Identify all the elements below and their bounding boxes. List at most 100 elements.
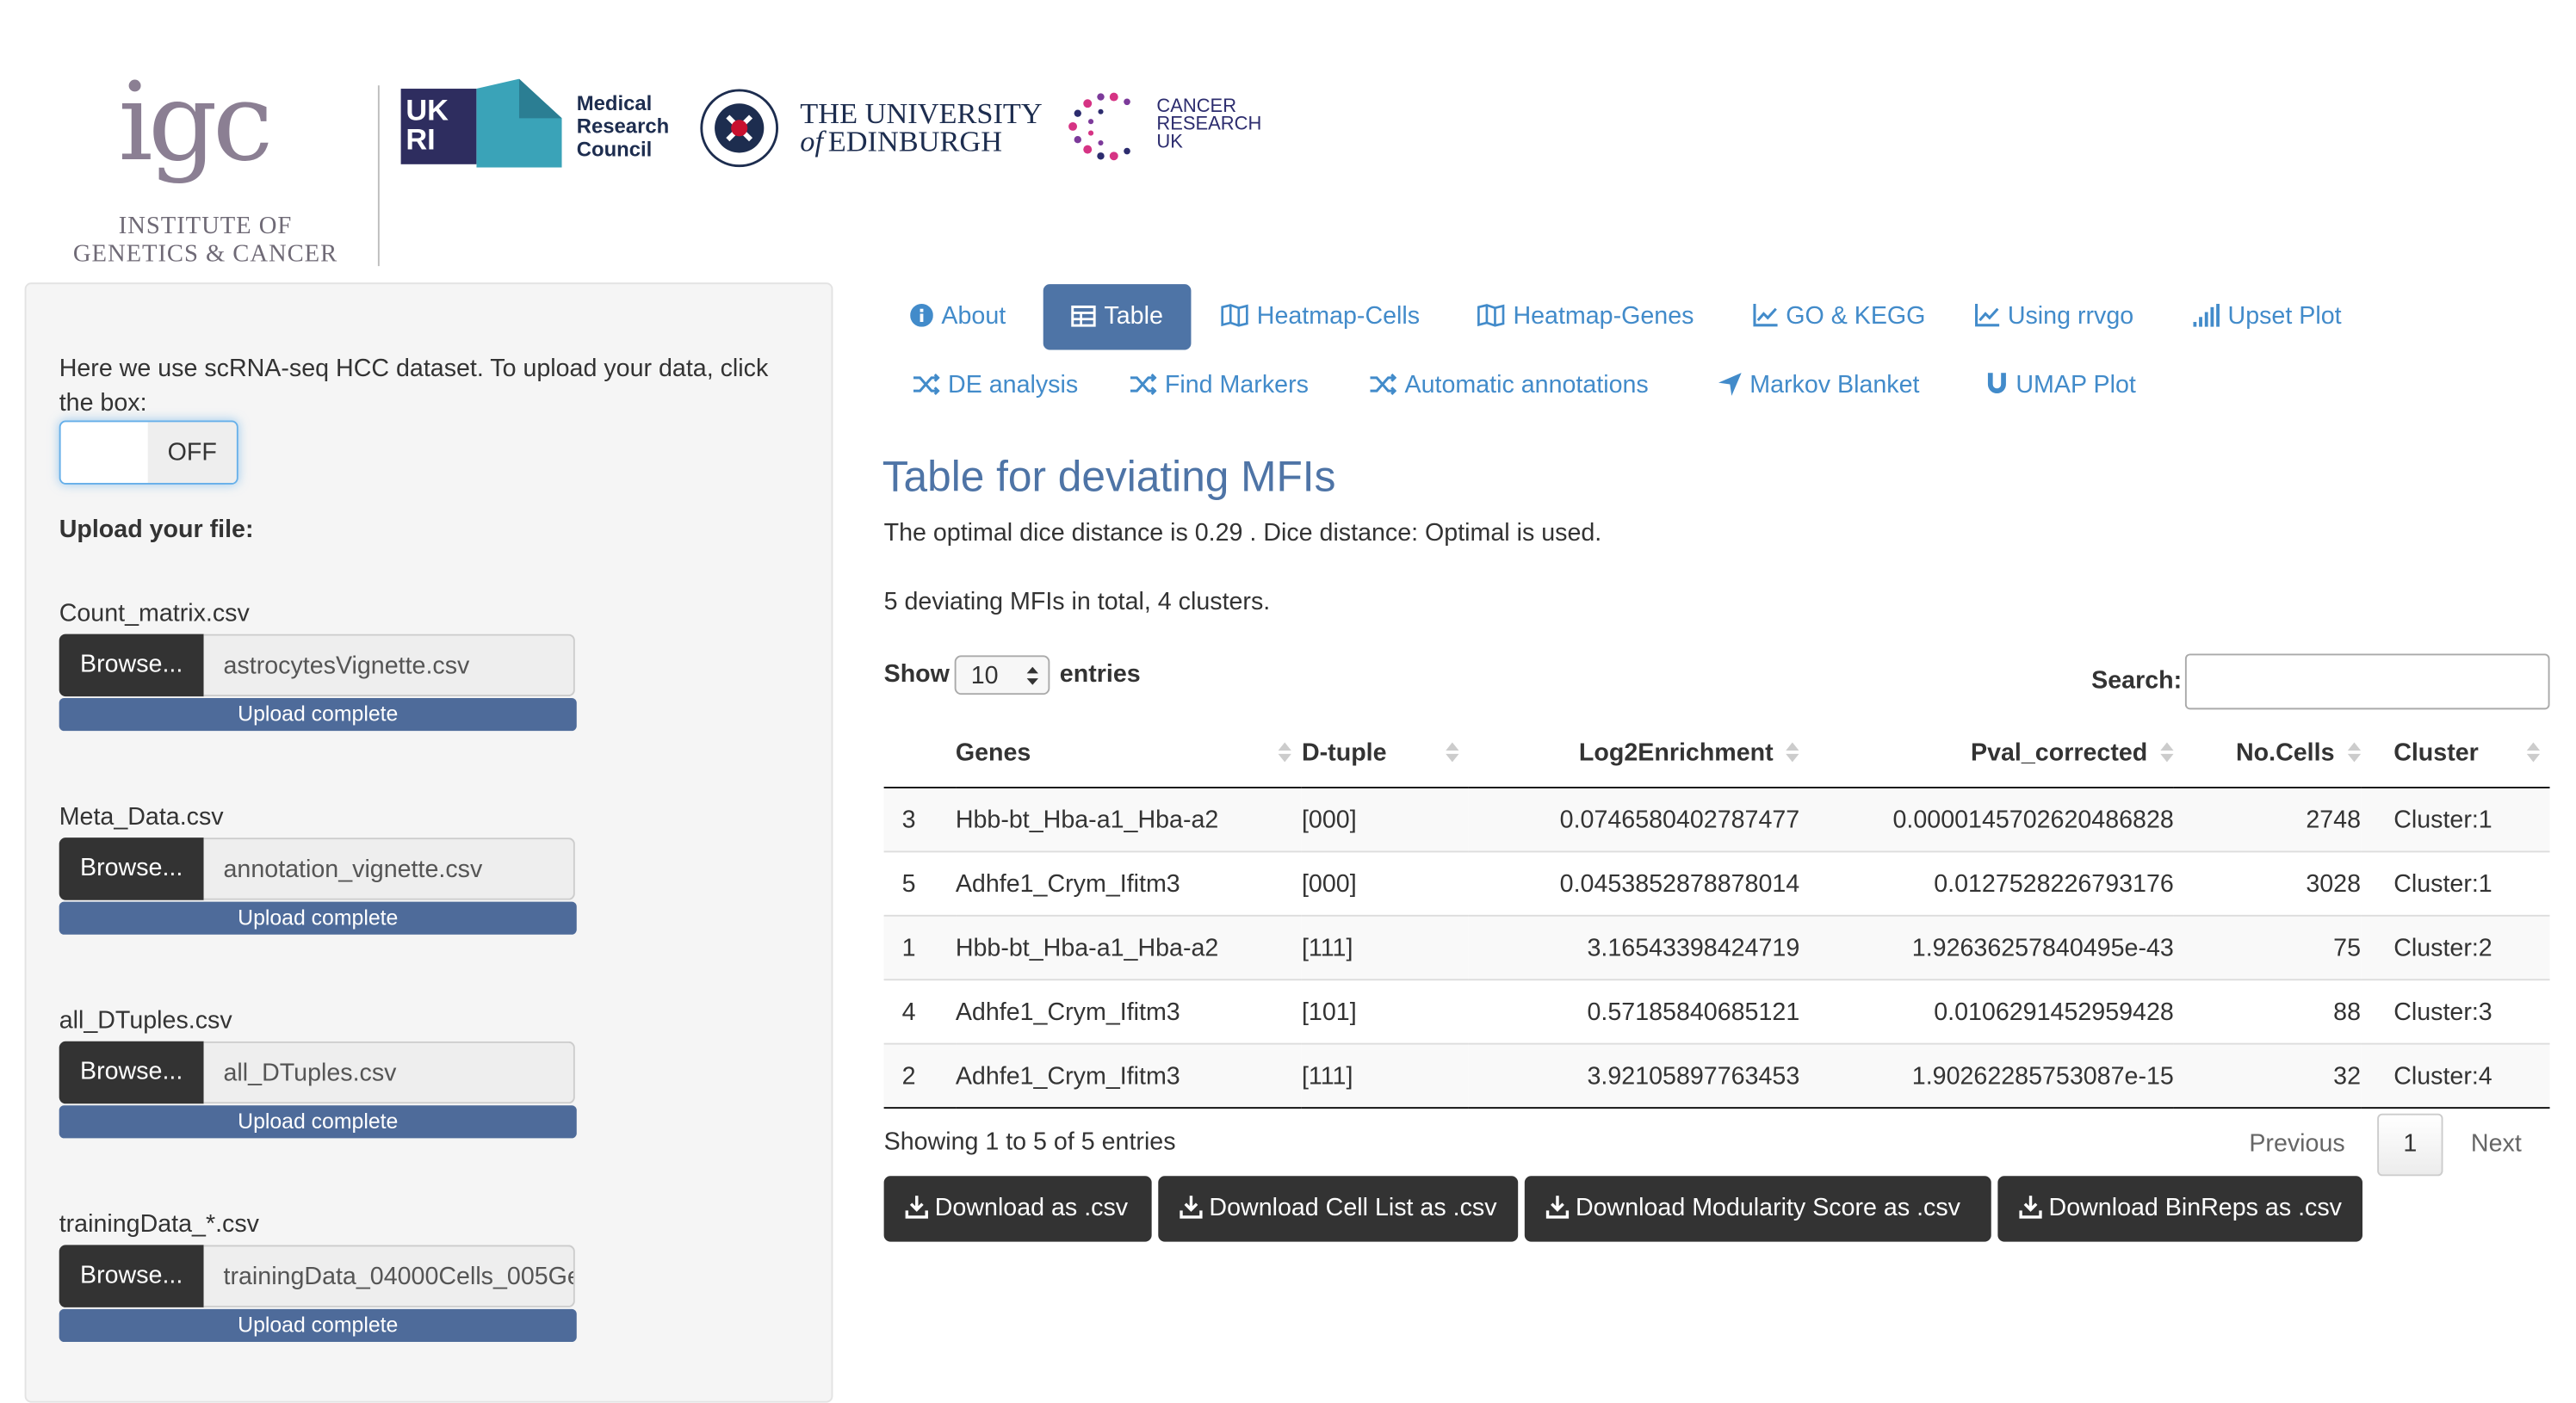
igc-logo: igc INSTITUTE OF GENETICS & CANCER bbox=[49, 53, 362, 269]
col-header-dtuple[interactable]: D-tuple bbox=[1301, 717, 1469, 788]
tab-go-kegg[interactable]: GO & KEGG bbox=[1753, 300, 1925, 333]
table-row[interactable]: 5 Adhfe1_Crym_Ifitm3 [000] 0.04538528788… bbox=[883, 850, 2550, 916]
upload-progress-training-data: Upload complete bbox=[59, 1308, 577, 1342]
file-label-meta-data: Meta_Data.csv bbox=[59, 803, 224, 831]
tab-heatmap-cells-label: Heatmap-Cells bbox=[1256, 302, 1421, 331]
search-input[interactable] bbox=[2184, 653, 2550, 710]
tab-find-markers[interactable]: Find Markers bbox=[1130, 369, 1309, 402]
cell-log2enrichment: 0.0453852878878014 bbox=[1468, 850, 1800, 916]
download-binreps-button[interactable]: Download BinReps as .csv bbox=[1997, 1176, 2362, 1242]
upload-progress-count-matrix: Upload complete bbox=[59, 697, 577, 732]
mfi-summary-text: 5 deviating MFIs in total, 4 clusters. bbox=[883, 588, 1271, 616]
tab-heatmap-genes-label: Heatmap-Genes bbox=[1513, 302, 1694, 331]
tab-using-rrvgo[interactable]: Using rrvgo bbox=[1975, 300, 2133, 333]
ukri-mrc-logo: UK RI Medical Research Council bbox=[400, 78, 680, 168]
file-name-count-matrix[interactable]: astrocytesVignette.csv bbox=[203, 634, 575, 697]
random-icon bbox=[1370, 373, 1397, 396]
sidebar-intro-text: Here we use scRNA-seq HCC dataset. To up… bbox=[59, 355, 769, 417]
browse-button-training-data[interactable]: Browse... bbox=[59, 1245, 204, 1307]
col-header-log2enrichment[interactable]: Log2Enrichment bbox=[1468, 717, 1800, 788]
igc-logo-line1: INSTITUTE OF bbox=[118, 213, 293, 240]
edinburgh-logo: THE UNIVERSITY of EDINBURGH bbox=[700, 89, 1053, 170]
pagination-previous[interactable]: Previous bbox=[2249, 1130, 2344, 1158]
cell-genes: Adhfe1_Crym_Ifitm3 bbox=[955, 850, 1302, 916]
col-header-pval-corrected-label: Pval_corrected bbox=[1971, 738, 2148, 767]
browse-button-count-matrix[interactable]: Browse... bbox=[59, 634, 204, 697]
cell-log2enrichment: 3.16543398424719 bbox=[1468, 914, 1800, 980]
upload-toggle-switch[interactable]: OFF bbox=[59, 420, 238, 485]
download-cell-list-button[interactable]: Download Cell List as .csv bbox=[1158, 1176, 1519, 1242]
edinburgh-line2: EDINBURGH bbox=[827, 125, 1003, 158]
file-label-training-data: trainingData_*.csv bbox=[59, 1210, 259, 1239]
cell-cluster: Cluster:4 bbox=[2361, 1042, 2550, 1109]
file-name-meta-data[interactable]: annotation_vignette.csv bbox=[203, 837, 575, 900]
show-label: Show bbox=[883, 660, 950, 689]
cell-cluster: Cluster:2 bbox=[2361, 914, 2550, 980]
entries-select[interactable]: 10 bbox=[954, 655, 1050, 695]
tab-automatic-annotations[interactable]: Automatic annotations bbox=[1370, 369, 1649, 402]
random-icon bbox=[1130, 373, 1157, 396]
tab-de-analysis-label: DE analysis bbox=[948, 371, 1079, 399]
cruk-logo: CANCER RESEARCH UK bbox=[1065, 89, 1271, 164]
tab-markov-blanket[interactable]: Markov Blanket bbox=[1718, 369, 1919, 402]
tab-upset-plot-label: Upset Plot bbox=[2227, 302, 2342, 331]
signal-icon bbox=[2193, 304, 2220, 327]
cell-index: 2 bbox=[883, 1042, 956, 1109]
cell-genes: Adhfe1_Crym_Ifitm3 bbox=[955, 1042, 1302, 1109]
download-modularity-button[interactable]: Download Modularity Score as .csv bbox=[1524, 1176, 1991, 1242]
col-header-log2enrichment-label: Log2Enrichment bbox=[1578, 738, 1774, 767]
sort-icon bbox=[2526, 742, 2541, 763]
file-name-dtuples[interactable]: all_DTuples.csv bbox=[203, 1041, 575, 1104]
browse-button-meta-data[interactable]: Browse... bbox=[59, 837, 204, 900]
cell-log2enrichment: 0.0746580402787477 bbox=[1468, 787, 1800, 852]
col-header-index[interactable] bbox=[883, 717, 956, 788]
toggle-off-label: OFF bbox=[147, 422, 237, 484]
tab-table[interactable]: Table bbox=[1043, 284, 1192, 350]
cell-dtuple: [111] bbox=[1301, 914, 1469, 980]
col-header-no-cells[interactable]: No.Cells bbox=[2173, 717, 2362, 788]
tab-de-analysis[interactable]: DE analysis bbox=[913, 369, 1078, 402]
col-header-pval-corrected[interactable]: Pval_corrected bbox=[1799, 717, 2174, 788]
tab-heatmap-genes[interactable]: Heatmap-Genes bbox=[1477, 300, 1694, 333]
browse-button-dtuples[interactable]: Browse... bbox=[59, 1041, 204, 1104]
table-info-text: Showing 1 to 5 of 5 entries bbox=[883, 1128, 1176, 1157]
download-cell-list-label: Download Cell List as .csv bbox=[1209, 1194, 1497, 1222]
download-csv-label: Download as .csv bbox=[934, 1194, 1129, 1222]
tab-automatic-annotations-label: Automatic annotations bbox=[1404, 371, 1649, 399]
tab-about[interactable]: About bbox=[910, 300, 1006, 333]
upload-progress-meta-data: Upload complete bbox=[59, 901, 577, 935]
table-row[interactable]: 4 Adhfe1_Crym_Ifitm3 [101] 0.57185840685… bbox=[883, 979, 2550, 1044]
col-header-genes-label: Genes bbox=[955, 738, 1031, 767]
cell-index: 5 bbox=[883, 850, 956, 916]
cell-index: 4 bbox=[883, 979, 956, 1044]
sort-icon bbox=[1279, 742, 1292, 763]
edinburgh-line1: THE UNIVERSITY bbox=[800, 96, 1043, 130]
sort-icon bbox=[2347, 742, 2362, 763]
file-name-training-data[interactable]: trainingData_04000Cells_005Genes.csv bbox=[203, 1245, 575, 1307]
table-row[interactable]: 1 Hbb-bt_Hba-a1_Hba-a2 [111] 3.165433984… bbox=[883, 914, 2550, 980]
info-circle-icon bbox=[910, 304, 933, 327]
tab-upset-plot[interactable]: Upset Plot bbox=[2193, 300, 2342, 333]
cruk-c-icon bbox=[1068, 92, 1130, 161]
col-header-cluster[interactable]: Cluster bbox=[2361, 717, 2550, 788]
download-csv-button[interactable]: Download as .csv bbox=[883, 1176, 1152, 1242]
tab-umap-plot[interactable]: UMAP Plot bbox=[1986, 369, 2136, 402]
edinburgh-of: of bbox=[800, 125, 824, 158]
mrc-line3: Council bbox=[576, 138, 653, 162]
cell-genes: Hbb-bt_Hba-a1_Hba-a2 bbox=[955, 787, 1302, 852]
table-row[interactable]: 3 Hbb-bt_Hba-a1_Hba-a2 [000] 0.074658040… bbox=[883, 787, 2550, 852]
pagination-page-1[interactable]: 1 bbox=[2377, 1113, 2443, 1177]
select-arrows-icon bbox=[1026, 666, 1038, 685]
pagination-next[interactable]: Next bbox=[2471, 1130, 2522, 1158]
igc-logo-line2: GENETICS & CANCER bbox=[72, 241, 338, 269]
upload-progress-dtuples: Upload complete bbox=[59, 1105, 577, 1139]
mrc-line2: Research bbox=[576, 114, 670, 139]
map-icon bbox=[1477, 304, 1505, 327]
cell-pval-corrected: 1.90262285753087e-15 bbox=[1799, 1042, 2174, 1109]
header-divider bbox=[377, 85, 380, 267]
line-chart-icon bbox=[1975, 304, 2000, 327]
col-header-genes[interactable]: Genes bbox=[955, 717, 1302, 788]
table-row[interactable]: 2 Adhfe1_Crym_Ifitm3 [111] 3.92105897763… bbox=[883, 1042, 2550, 1109]
tab-heatmap-cells[interactable]: Heatmap-Cells bbox=[1221, 300, 1420, 333]
magnet-icon bbox=[1987, 373, 2006, 394]
